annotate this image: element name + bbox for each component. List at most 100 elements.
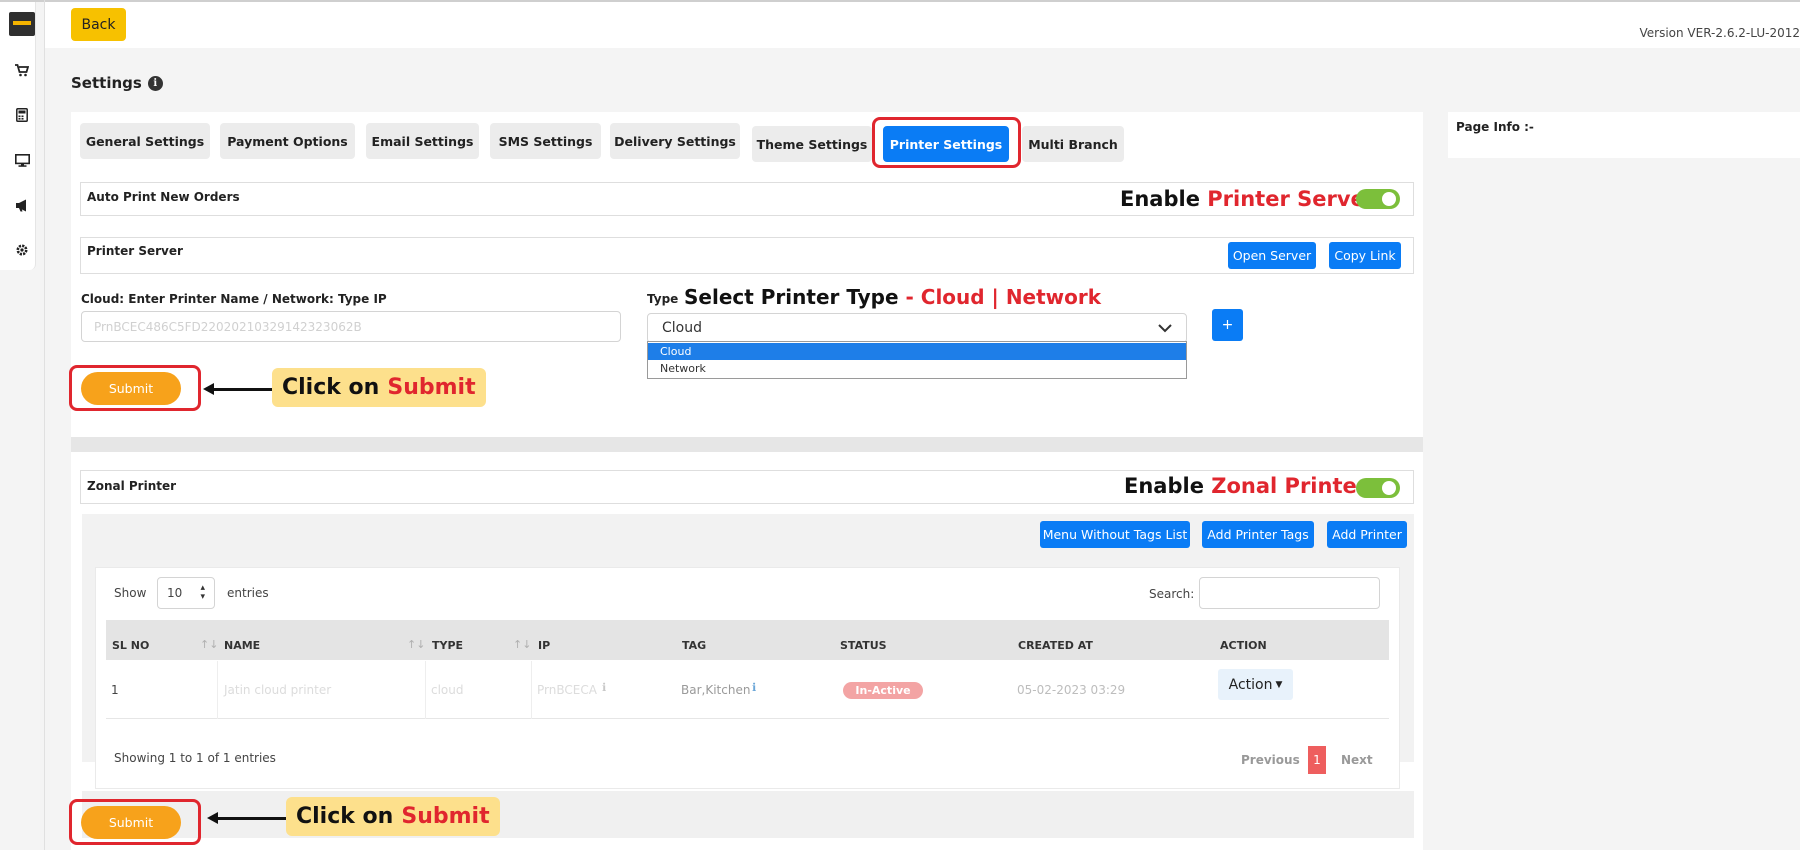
dropdown-option-cloud[interactable]: Cloud — [648, 343, 1186, 360]
pagination-page-1[interactable]: 1 — [1308, 746, 1326, 774]
tag-info-icon[interactable]: ℹ — [752, 681, 756, 694]
printer-server-toggle[interactable] — [1356, 189, 1400, 209]
entries-label: entries — [227, 586, 269, 600]
row-ip: PrnBCECA — [537, 683, 597, 697]
entries-value: 10 — [167, 586, 183, 600]
copy-link-button[interactable]: Copy Link — [1329, 242, 1401, 269]
tab-printer-settings[interactable]: Printer Settings — [883, 126, 1009, 162]
search-input[interactable] — [1199, 577, 1380, 609]
zonal-printer-label: Zonal Printer — [87, 479, 177, 493]
back-button[interactable]: Back — [71, 8, 126, 41]
header-bar — [45, 2, 1800, 48]
row-type: cloud — [431, 683, 464, 697]
column-separator — [425, 661, 426, 719]
sidebar-divider — [44, 0, 45, 850]
pagination-next[interactable]: Next — [1341, 753, 1373, 767]
status-badge: In-Active — [843, 682, 923, 699]
entries-select[interactable]: 10 ▴ ▾ — [157, 577, 215, 609]
dropdown-option-network[interactable]: Network — [648, 360, 1186, 377]
megaphone-icon[interactable] — [11, 194, 33, 216]
updown-icon: ▴ ▾ — [200, 583, 205, 602]
add-printer-type-button[interactable]: + — [1212, 309, 1243, 341]
caret-down-icon: ▼ — [1275, 679, 1283, 690]
showing-entries-label: Showing 1 to 1 of 1 entries — [114, 751, 276, 765]
page-info-panel — [1448, 112, 1800, 158]
arrow-line — [212, 388, 272, 391]
sort-icon[interactable]: ↑↓ — [407, 638, 425, 651]
annotation-prefix: Enable — [1120, 187, 1200, 211]
info-icon[interactable]: i — [147, 75, 163, 91]
enable-zonal-printer-annotation: Enable Zonal Printer — [1124, 474, 1367, 498]
tab-payment-options[interactable]: Payment Options — [220, 123, 355, 159]
annotation-highlight: Printer Server — [1207, 187, 1376, 211]
col-sl-no[interactable]: SL NO — [112, 639, 149, 652]
add-printer-button[interactable]: Add Printer — [1327, 521, 1407, 548]
submit-callout-bottom: Click on Submit — [286, 797, 500, 836]
sidebar — [0, 2, 36, 270]
col-status[interactable]: STATUS — [840, 639, 887, 652]
row-name: Jatin cloud printer — [224, 683, 332, 697]
arrow-line — [216, 817, 286, 820]
column-separator — [217, 661, 218, 719]
col-tag[interactable]: TAG — [682, 639, 706, 652]
row-created-at: 05-02-2023 03:29 — [1017, 683, 1126, 697]
ip-info-icon[interactable]: ℹ — [602, 681, 606, 694]
printer-type-annotation: Select Printer Type - Cloud | Network — [684, 285, 1101, 309]
callout-highlight: Submit — [401, 804, 490, 829]
printer-name-input[interactable]: PrnBCEC486C5FD22020210329142323062B — [81, 311, 621, 342]
printer-type-label: Type — [647, 292, 679, 306]
type-annotation-text: Select Printer Type — [684, 285, 899, 309]
printer-type-value: Cloud — [662, 320, 702, 336]
tab-theme-settings[interactable]: Theme Settings — [752, 126, 872, 162]
col-created-at[interactable]: CREATED AT — [1018, 639, 1093, 652]
printer-name-label: Cloud: Enter Printer Name / Network: Typ… — [81, 292, 387, 306]
monitor-icon[interactable] — [11, 149, 33, 171]
bottom-action-bar — [82, 791, 1414, 838]
printer-type-dropdown: Cloud Network — [647, 341, 1187, 379]
zonal-printer-toggle[interactable] — [1356, 478, 1400, 498]
section-divider — [71, 437, 1423, 452]
type-annotation-options: - Cloud | Network — [905, 285, 1102, 309]
open-server-button[interactable]: Open Server — [1228, 242, 1316, 269]
cart-icon[interactable] — [11, 59, 33, 81]
zonal-annotation-highlight: Zonal Printer — [1211, 474, 1368, 498]
page-info-label: Page Info :- — [1456, 120, 1534, 134]
calculator-icon[interactable] — [11, 104, 33, 126]
action-label: Action — [1228, 676, 1273, 693]
auto-print-label: Auto Print New Orders — [87, 190, 240, 204]
tab-sms-settings[interactable]: SMS Settings — [490, 123, 601, 159]
col-name[interactable]: NAME — [224, 639, 260, 652]
callout-prefix: Click on — [282, 375, 380, 400]
page-title-text: Settings — [71, 74, 142, 92]
sort-icon[interactable]: ↑↓ — [200, 638, 218, 651]
printer-server-section — [80, 237, 1414, 274]
zonal-annotation-prefix: Enable — [1124, 474, 1204, 498]
search-label: Search: — [1149, 587, 1195, 601]
callout-prefix: Click on — [296, 804, 394, 829]
zonal-submit-button[interactable]: Submit — [81, 806, 181, 839]
submit-button[interactable]: Submit — [81, 372, 181, 405]
pagination-previous[interactable]: Previous — [1241, 753, 1300, 767]
add-printer-tags-button[interactable]: Add Printer Tags — [1202, 521, 1314, 548]
row-tag: Bar,Kitchen — [681, 683, 751, 697]
col-action: ACTION — [1220, 639, 1267, 652]
tab-email-settings[interactable]: Email Settings — [366, 123, 479, 159]
show-label: Show — [114, 586, 147, 600]
page-title: Settings i — [71, 74, 163, 92]
col-type[interactable]: TYPE — [432, 639, 463, 652]
tab-multi-branch[interactable]: Multi Branch — [1022, 126, 1124, 162]
enable-printer-server-annotation: Enable Printer Server — [1120, 187, 1375, 211]
version-label: Version VER-2.6.2-LU-2012 — [1639, 26, 1800, 40]
column-separator — [531, 661, 532, 719]
brand-logo — [9, 12, 35, 36]
col-ip[interactable]: IP — [538, 639, 550, 652]
table-header — [106, 620, 1389, 660]
action-dropdown-button[interactable]: Action ▼ — [1218, 669, 1293, 700]
menu-without-tags-button[interactable]: Menu Without Tags List — [1040, 521, 1190, 548]
sort-icon[interactable]: ↑↓ — [513, 638, 531, 651]
callout-highlight: Submit — [387, 375, 476, 400]
gear-icon[interactable] — [11, 239, 33, 261]
tab-delivery-settings[interactable]: Delivery Settings — [610, 123, 740, 159]
printer-type-select[interactable]: Cloud — [647, 313, 1187, 343]
tab-general-settings[interactable]: General Settings — [80, 123, 210, 159]
